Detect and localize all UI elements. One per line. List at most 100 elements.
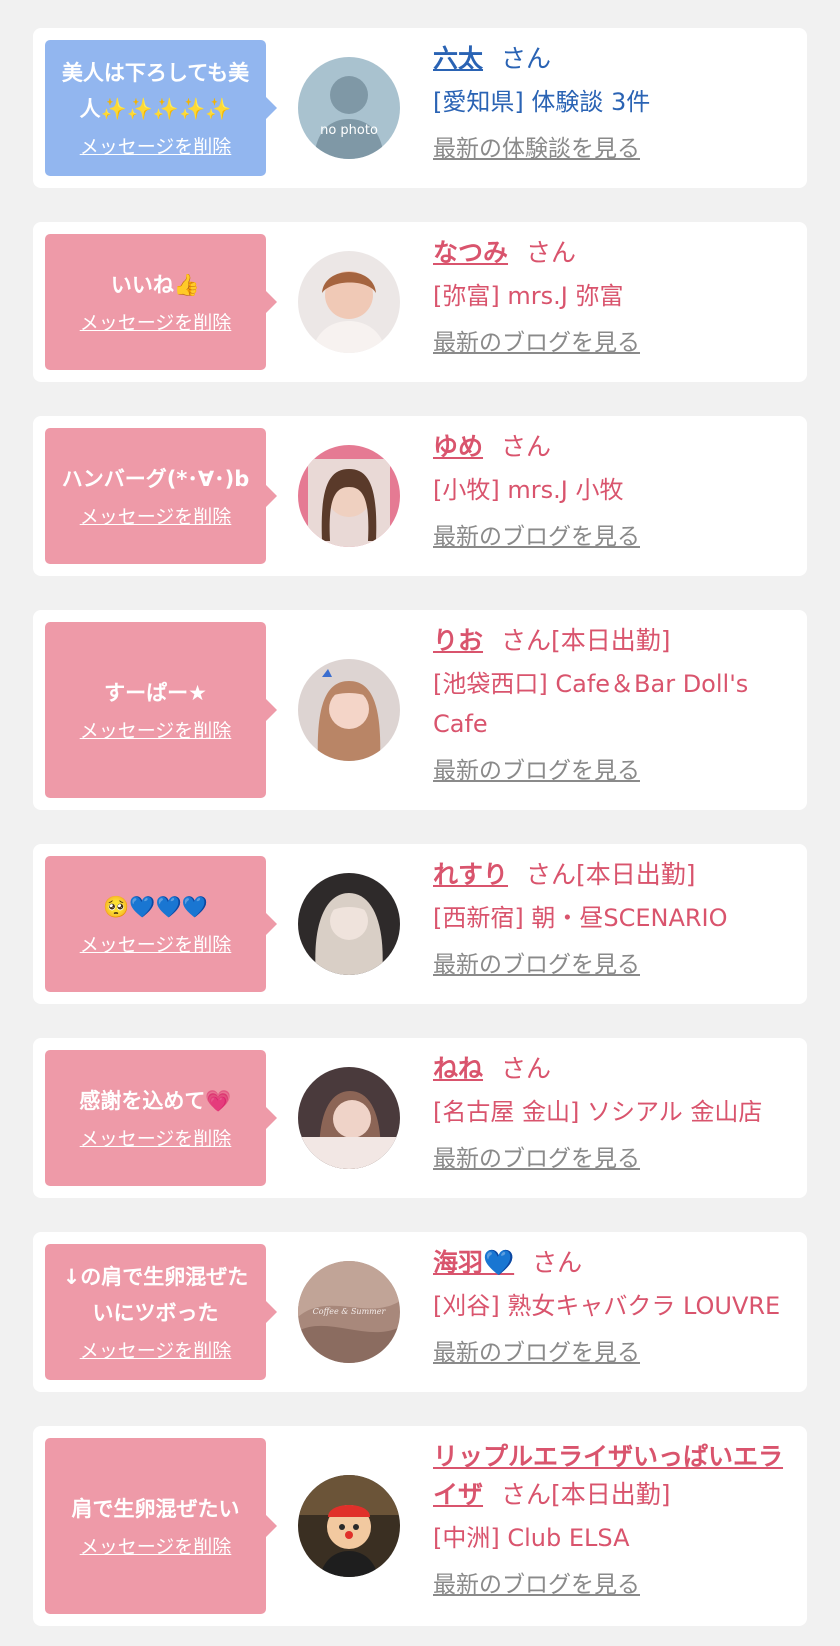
user-name-link[interactable]: ゆめ: [433, 432, 483, 461]
message-bubble: 美人は下ろしても美人✨✨✨✨✨ メッセージを削除: [45, 40, 277, 176]
latest-link[interactable]: 最新のブログを見る: [433, 328, 640, 358]
honorific: さん: [501, 626, 552, 655]
delete-message-link[interactable]: メッセージを削除: [80, 503, 232, 531]
user-info: ねね さん [名古屋 金山] ソシアル 金山店 最新のブログを見る: [433, 1050, 793, 1174]
shop-label: [中洲] Club ELSA: [433, 1524, 630, 1552]
message-text: 感謝を込めて💗: [79, 1089, 232, 1113]
latest-link[interactable]: 最新のブログを見る: [433, 1570, 640, 1600]
name-line: リップルエライザいっぱいエライザ さん[本日出勤]: [433, 1438, 793, 1514]
user-info: りお さん[本日出勤] [池袋西口] Cafe＆Bar Doll's Cafe 最…: [433, 622, 793, 786]
avatar[interactable]: [298, 659, 400, 761]
avatar[interactable]: no photo: [298, 57, 400, 159]
shop-label: [小牧] mrs.J 小牧: [433, 476, 624, 504]
user-info: れすり さん[本日出勤] [西新宿] 朝・昼SCENARIO 最新のブログを見る: [433, 856, 793, 980]
shop-label: [池袋西口] Cafe＆Bar Doll's Cafe: [433, 670, 749, 738]
user-name-link[interactable]: りお: [433, 626, 483, 655]
shop-label: [刈谷] 熟女キャバクラ LOUVRE: [433, 1292, 781, 1320]
message-text: ↓の肩で生卵混ぜたいにツボった: [62, 1265, 249, 1325]
message-text: いいね👍: [110, 273, 201, 297]
latest-link[interactable]: 最新のブログを見る: [433, 522, 640, 552]
message-bubble: すーぱー★ メッセージを削除: [45, 622, 277, 798]
list-item: ハンバーグ(*･∀･)b メッセージを削除 ゆめ さん [小牧] mrs.J 小牧…: [33, 416, 807, 576]
delete-message-link[interactable]: メッセージを削除: [80, 1337, 232, 1365]
latest-link[interactable]: 最新のブログを見る: [433, 756, 640, 786]
no-photo-icon: no photo: [298, 57, 400, 159]
profile-photo: Coffee & Summer: [298, 1261, 400, 1363]
user-name-link[interactable]: なつみ: [433, 238, 508, 267]
message-bubble: 感謝を込めて💗 メッセージを削除: [45, 1050, 277, 1186]
list-item: いいね👍 メッセージを削除 なつみ さん [弥富] mrs.J 弥富 最新のブログ…: [33, 222, 807, 382]
avatar-caption: Coffee & Summer: [313, 1307, 387, 1316]
user-name-link[interactable]: れすり: [433, 860, 508, 889]
latest-link[interactable]: 最新のブログを見る: [433, 1144, 640, 1174]
user-info: リップルエライザいっぱいエライザ さん[本日出勤] [中洲] Club ELSA …: [433, 1438, 793, 1600]
name-line: りお さん[本日出勤]: [433, 622, 793, 660]
delete-message-link[interactable]: メッセージを削除: [80, 931, 232, 959]
user-name-link[interactable]: 海羽💙: [433, 1248, 514, 1277]
list-item: すーぱー★ メッセージを削除 りお さん[本日出勤] [池袋西口] Cafe＆Ba…: [33, 610, 807, 810]
message-bubble: ↓の肩で生卵混ぜたいにツボった メッセージを削除: [45, 1244, 277, 1380]
profile-photo: [298, 445, 400, 547]
shop-label: [愛知県] 体験談 3件: [433, 88, 651, 116]
delete-message-link[interactable]: メッセージを削除: [80, 133, 232, 161]
message-text: 肩で生卵混ぜたい: [71, 1497, 240, 1521]
message-bubble: 肩で生卵混ぜたい メッセージを削除: [45, 1438, 277, 1614]
user-name-link[interactable]: 六太: [433, 44, 483, 73]
avatar-caption: no photo: [320, 123, 378, 138]
profile-photo: [298, 1475, 400, 1577]
message-text: 🥺💙💙💙: [103, 895, 208, 919]
user-name-link[interactable]: ねね: [433, 1054, 483, 1083]
name-line: なつみ さん: [433, 234, 793, 272]
name-line: 海羽💙 さん: [433, 1244, 793, 1282]
name-line: ゆめ さん: [433, 428, 793, 466]
avatar[interactable]: [298, 1475, 400, 1577]
user-info: 海羽💙 さん [刈谷] 熟女キャバクラ LOUVRE 最新のブログを見る: [433, 1244, 793, 1368]
avatar[interactable]: [298, 873, 400, 975]
user-info: 六太 さん [愛知県] 体験談 3件 最新の体験談を見る: [433, 40, 793, 164]
message-text: 美人は下ろしても美人✨✨✨✨✨: [61, 61, 250, 121]
user-info: ゆめ さん [小牧] mrs.J 小牧 最新のブログを見る: [433, 428, 793, 552]
status-badge: [本日出勤]: [576, 860, 696, 889]
avatar[interactable]: [298, 445, 400, 547]
shop-label: [弥富] mrs.J 弥富: [433, 282, 624, 310]
list-item: 肩で生卵混ぜたい メッセージを削除 リップルエライザいっぱいエライザ さん[本日出…: [33, 1426, 807, 1626]
honorific: さん: [526, 860, 577, 889]
user-info: なつみ さん [弥富] mrs.J 弥富 最新のブログを見る: [433, 234, 793, 358]
profile-photo: [298, 1067, 400, 1169]
shop-label: [名古屋 金山] ソシアル 金山店: [433, 1098, 763, 1126]
avatar[interactable]: [298, 1067, 400, 1169]
list-item: 美人は下ろしても美人✨✨✨✨✨ メッセージを削除 no photo 六太 さん […: [33, 28, 807, 188]
honorific: さん: [501, 1054, 552, 1083]
list-item: ↓の肩で生卵混ぜたいにツボった メッセージを削除 Coffee & Summer…: [33, 1232, 807, 1392]
honorific: さん: [501, 432, 552, 461]
honorific: さん: [501, 44, 552, 73]
shop-label: [西新宿] 朝・昼SCENARIO: [433, 904, 728, 932]
profile-photo: [298, 251, 400, 353]
name-line: ねね さん: [433, 1050, 793, 1088]
latest-link[interactable]: 最新のブログを見る: [433, 1338, 640, 1368]
latest-link[interactable]: 最新の体験談を見る: [433, 134, 640, 164]
list-item: 🥺💙💙💙 メッセージを削除 れすり さん[本日出勤] [西新宿] 朝・昼SCENA…: [33, 844, 807, 1004]
delete-message-link[interactable]: メッセージを削除: [80, 717, 232, 745]
honorific: さん: [532, 1248, 583, 1277]
message-text: ハンバーグ(*･∀･)b: [61, 467, 250, 491]
profile-photo: [298, 873, 400, 975]
status-badge: [本日出勤]: [551, 626, 671, 655]
delete-message-link[interactable]: メッセージを削除: [80, 1533, 232, 1561]
message-text: すーぱー★: [104, 681, 207, 705]
name-line: れすり さん[本日出勤]: [433, 856, 793, 894]
profile-photo: [298, 659, 400, 761]
honorific: さん: [501, 1480, 552, 1509]
latest-link[interactable]: 最新のブログを見る: [433, 950, 640, 980]
avatar[interactable]: Coffee & Summer: [298, 1261, 400, 1363]
status-badge: [本日出勤]: [551, 1480, 671, 1509]
delete-message-link[interactable]: メッセージを削除: [80, 309, 232, 337]
delete-message-link[interactable]: メッセージを削除: [80, 1125, 232, 1153]
message-bubble: いいね👍 メッセージを削除: [45, 234, 277, 370]
list-item: 感謝を込めて💗 メッセージを削除 ねね さん [名古屋 金山] ソシアル 金山店 …: [33, 1038, 807, 1198]
message-bubble: 🥺💙💙💙 メッセージを削除: [45, 856, 277, 992]
name-line: 六太 さん: [433, 40, 793, 78]
message-bubble: ハンバーグ(*･∀･)b メッセージを削除: [45, 428, 277, 564]
honorific: さん: [526, 238, 577, 267]
avatar[interactable]: [298, 251, 400, 353]
